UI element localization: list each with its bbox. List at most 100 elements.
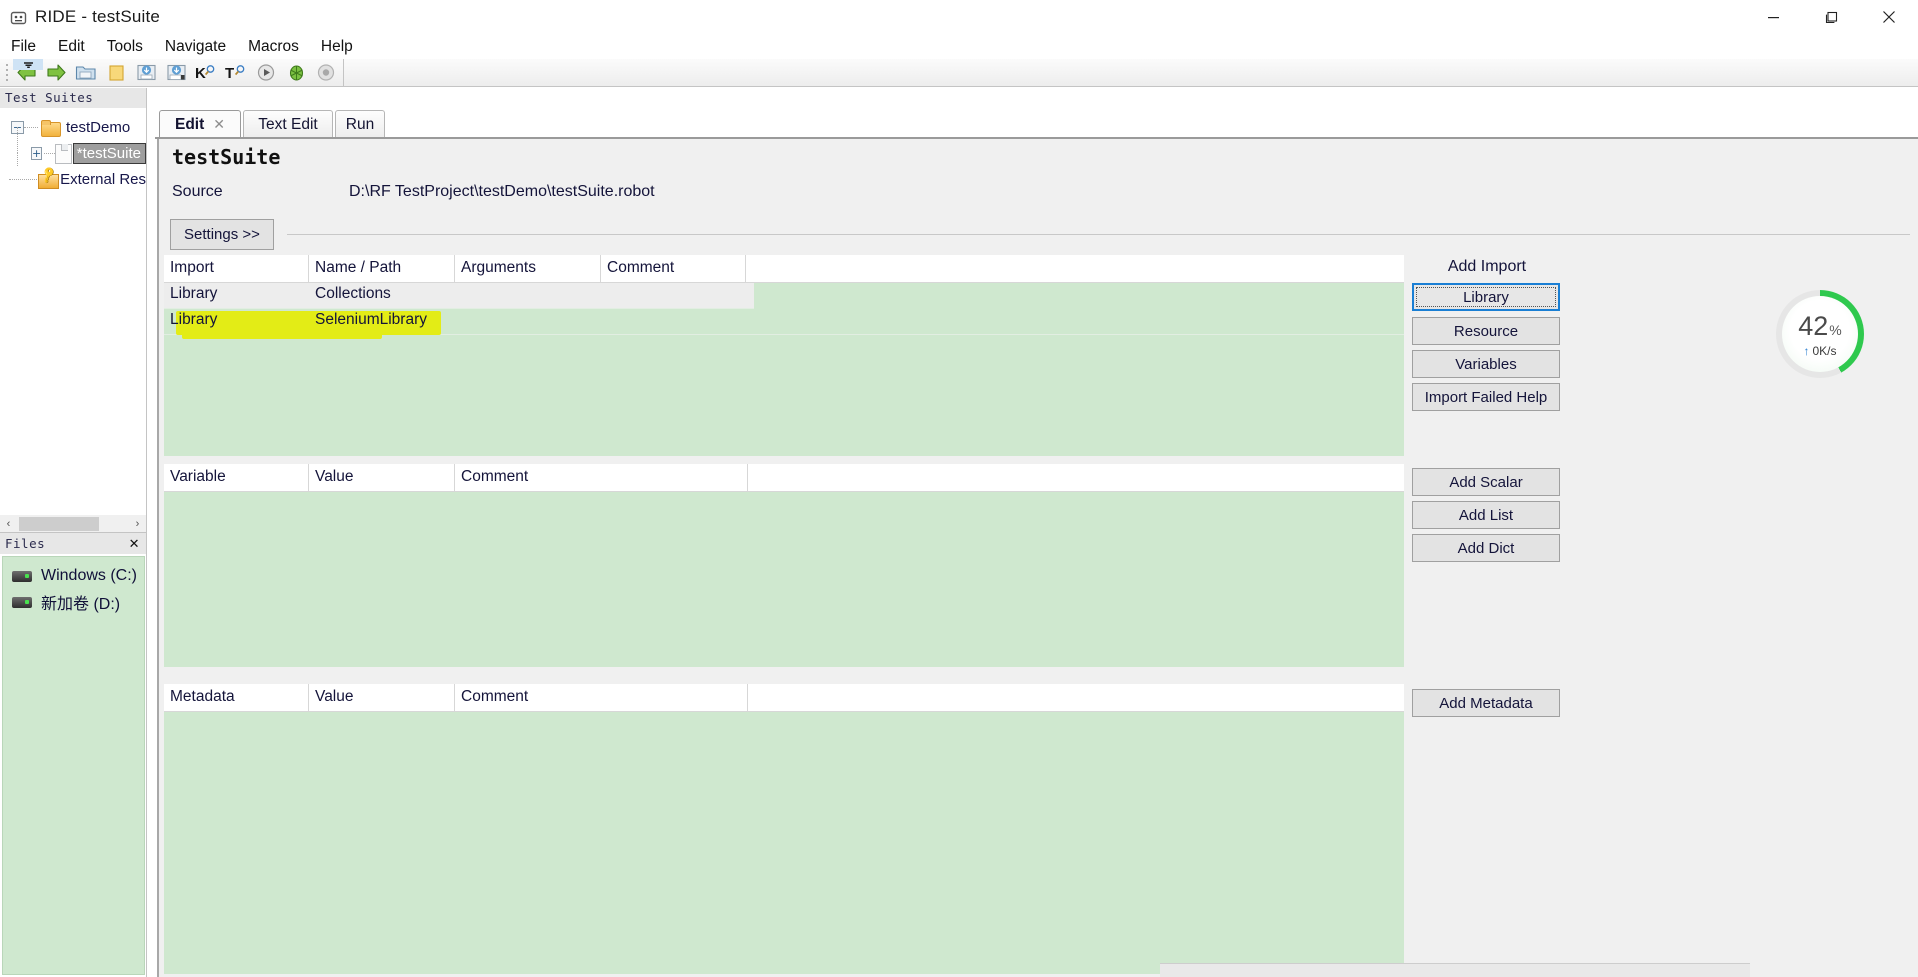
add-library-button[interactable]: Library [1412, 283, 1560, 311]
open-folder-icon[interactable] [71, 60, 101, 86]
settings-toggle-button[interactable]: Settings >> [170, 219, 274, 250]
menu-macros[interactable]: Macros [237, 35, 310, 58]
source-path: D:\RF TestProject\testDemo\testSuite.rob… [349, 183, 655, 200]
minimize-button[interactable] [1744, 0, 1802, 34]
test-suites-tree[interactable]: − testDemo + *testSuite External Res [0, 108, 146, 192]
tree-item-testsuite[interactable]: + *testSuite [0, 127, 146, 166]
column-header-comment[interactable]: Comment [601, 255, 746, 283]
window-controls [1744, 0, 1918, 34]
add-resource-button[interactable]: Resource [1412, 317, 1560, 345]
svg-text:T: T [225, 65, 234, 82]
scroll-right-icon[interactable]: › [129, 515, 146, 532]
import-failed-help-button[interactable]: Import Failed Help [1412, 383, 1560, 411]
menu-help[interactable]: Help [310, 35, 364, 58]
table-row[interactable]: Library Collections [164, 283, 754, 309]
table-row[interactable]: Library SeleniumLibrary [164, 309, 1404, 339]
window-title: RIDE - testSuite [35, 7, 161, 26]
maximize-button[interactable] [1802, 0, 1860, 34]
suites-horizontal-scrollbar[interactable]: ‹ › [0, 515, 146, 532]
column-header-metadata[interactable]: Metadata [164, 684, 309, 712]
tree-item-external-resources[interactable]: External Res [0, 153, 146, 192]
menu-edit[interactable]: Edit [47, 35, 96, 58]
document-icon [55, 143, 72, 164]
menu-file[interactable]: File [0, 35, 47, 58]
progress-widget: 42 % ↑ 0K/s [1776, 290, 1864, 378]
menu-navigate[interactable]: Navigate [154, 35, 237, 58]
scrollbar-thumb[interactable] [19, 516, 99, 531]
close-icon[interactable]: ✕ [129, 536, 140, 552]
column-header-filler [746, 255, 1404, 283]
toolbar-background [344, 59, 1918, 87]
cell-arguments[interactable] [455, 283, 601, 309]
drive-icon [12, 596, 32, 608]
column-header-name-path[interactable]: Name / Path [309, 255, 455, 283]
cell-comment[interactable] [601, 309, 746, 335]
metadata-table[interactable]: Metadata Value Comment [164, 684, 1404, 974]
add-variables-button[interactable]: Variables [1412, 350, 1560, 378]
close-button[interactable] [1860, 0, 1918, 34]
import-table-header: Import Name / Path Arguments Comment [164, 255, 1404, 283]
column-header-comment[interactable]: Comment [455, 464, 748, 492]
progress-percent: 42 % [1798, 311, 1842, 342]
settings-divider [287, 234, 1910, 235]
search-keyword-icon[interactable]: K [191, 60, 221, 86]
scroll-left-icon[interactable]: ‹ [0, 515, 17, 532]
column-header-value[interactable]: Value [309, 684, 455, 712]
cell-import-type[interactable]: Library [164, 283, 309, 309]
debug-icon[interactable] [281, 60, 311, 86]
cell-name-path[interactable]: SeleniumLibrary [309, 309, 455, 335]
column-header-value[interactable]: Value [309, 464, 455, 492]
toolbar: K T [0, 59, 344, 87]
expander-expand-icon[interactable]: + [31, 146, 43, 160]
save-all-icon[interactable] [161, 60, 191, 86]
menu-tools[interactable]: Tools [96, 35, 154, 58]
tab-text-edit[interactable]: Text Edit [243, 110, 333, 138]
page-title: testSuite [172, 145, 281, 169]
add-metadata-button[interactable]: Add Metadata [1412, 689, 1560, 717]
editor-tabstrip: Edit ✕ Text Edit Run [155, 110, 1918, 138]
source-label: Source [172, 183, 223, 200]
add-dict-button[interactable]: Add Dict [1412, 534, 1560, 562]
cell-comment[interactable] [601, 283, 746, 309]
progress-percent-value: 42 [1798, 310, 1829, 341]
variable-table[interactable]: Variable Value Comment [164, 464, 1404, 667]
toolbar-grip[interactable] [2, 62, 11, 84]
test-suites-panel: Test Suites − testDemo + *testSuite Exte… [0, 88, 147, 532]
svg-text:K: K [195, 65, 206, 82]
column-header-comment[interactable]: Comment [455, 684, 748, 712]
toolbar-overflow-button[interactable] [13, 59, 43, 70]
resource-folder-icon [38, 171, 60, 189]
column-header-import[interactable]: Import [164, 255, 309, 283]
forward-arrow-icon[interactable] [41, 60, 71, 86]
tree-item-testdemo[interactable]: − testDemo [0, 114, 146, 140]
import-table[interactable]: Import Name / Path Arguments Comment Lib… [164, 255, 1404, 456]
stop-icon[interactable] [311, 60, 341, 86]
search-tests-icon[interactable]: T [221, 60, 251, 86]
tree-label-testdemo: testDemo [66, 118, 131, 136]
list-item[interactable]: Windows (C:) [3, 563, 144, 589]
save-icon[interactable] [131, 60, 161, 86]
list-item[interactable]: 新加卷 (D:) [3, 589, 144, 615]
add-scalar-button[interactable]: Add Scalar [1412, 468, 1560, 496]
run-icon[interactable] [251, 60, 281, 86]
column-header-variable[interactable]: Variable [164, 464, 309, 492]
progress-rate-value: 0K/s [1812, 343, 1837, 358]
cell-name-path[interactable]: Collections [309, 283, 455, 309]
cell-import-type[interactable]: Library [164, 309, 309, 335]
drive-label-d: 新加卷 (D:) [41, 596, 121, 613]
tree-label-testsuite: *testSuite [72, 142, 146, 164]
title-bar: RIDE - testSuite [0, 0, 1918, 34]
tab-run[interactable]: Run [335, 110, 385, 138]
progress-inner: 42 % ↑ 0K/s [1782, 296, 1858, 372]
drive-icon [12, 570, 32, 582]
new-folder-icon[interactable] [101, 60, 131, 86]
files-list[interactable]: Windows (C:) 新加卷 (D:) [2, 556, 145, 975]
tree-label-external-resources: External Res [60, 170, 146, 188]
cell-arguments[interactable] [455, 309, 601, 335]
tab-run-label: Run [345, 115, 375, 133]
tab-edit[interactable]: Edit ✕ [159, 110, 241, 138]
tab-close-icon[interactable]: ✕ [213, 116, 225, 133]
add-list-button[interactable]: Add List [1412, 501, 1560, 529]
column-header-filler [748, 464, 1404, 492]
column-header-arguments[interactable]: Arguments [455, 255, 601, 283]
